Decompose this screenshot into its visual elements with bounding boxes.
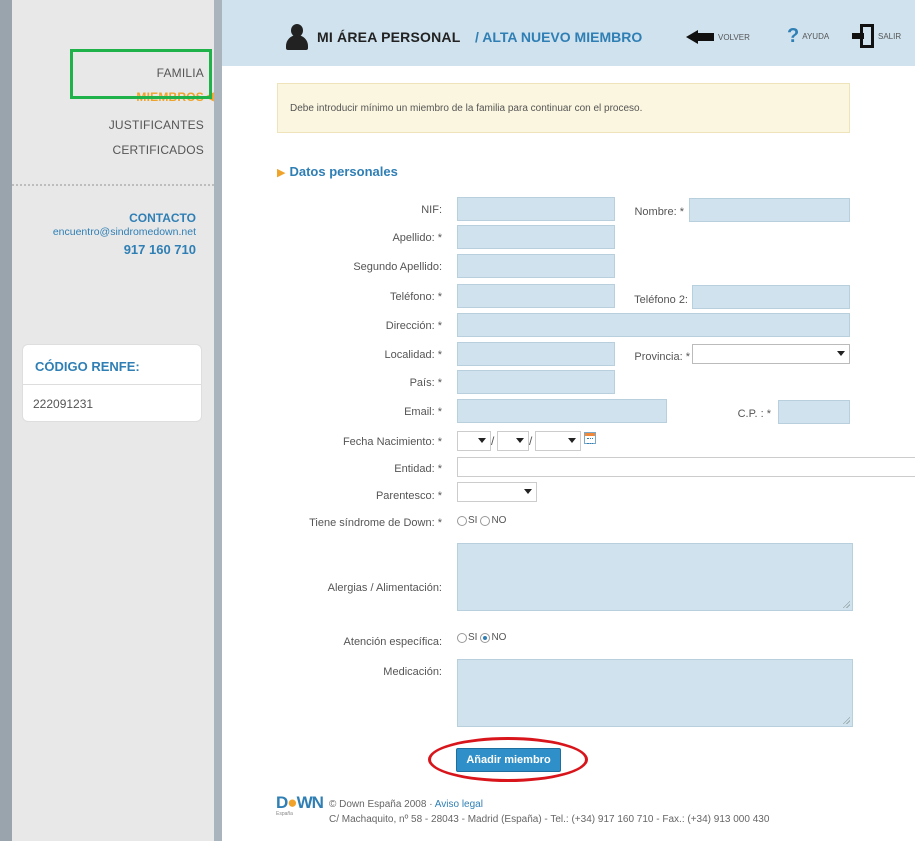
label-cp: C.P. : * [737,408,771,420]
radio-label-no: NO [491,515,507,526]
label-alergias: Alergias / Alimentación: [327,582,442,594]
exit-door-icon [852,24,874,48]
sindrome-si-radio[interactable] [457,515,467,526]
contact-title: CONTACTO [129,211,196,225]
legal-link[interactable]: Aviso legal [435,799,483,810]
radio-label-no: NO [491,632,507,643]
telefono2-input[interactable] [692,285,850,309]
help-icon: ? [787,25,800,47]
label-nombre: Nombre: * [634,206,684,218]
cp-input[interactable] [778,400,850,424]
label-apellido: Apellido: * [392,232,442,244]
highlight-circle [428,737,588,782]
label-pais: País: * [409,377,442,389]
birth-year-select[interactable] [535,431,581,451]
label-direccion: Dirección: * [385,320,442,332]
label-entidad: Entidad: * [394,463,442,475]
medicacion-textarea[interactable] [457,659,853,727]
provincia-select[interactable] [692,344,850,364]
nombre-input[interactable] [689,198,850,222]
chevron-down-icon [478,438,486,443]
footer-copyright: © Down España 2008 · Aviso legal [329,799,483,810]
entidad-input[interactable] [457,457,915,477]
chevron-down-icon [516,438,524,443]
sidebar-left-edge [0,0,12,841]
segundo-apellido-input[interactable] [457,254,615,278]
notice-banner: Debe introducir mínimo un miembro de la … [277,83,850,133]
label-localidad: Localidad: * [384,349,443,361]
back-button[interactable]: VOLVER [686,30,750,44]
telefono-input[interactable] [457,284,615,308]
label-medicacion: Medicación: [383,666,442,678]
exit-button-label: SALIR [878,31,902,41]
localidad-input[interactable] [457,342,615,366]
logo-text: D●WN [276,793,324,812]
label-provincia: Provincia: * [634,351,690,363]
contact-phone: 917 160 710 [123,242,196,257]
radio-label-si: SI [468,632,478,643]
birth-month-select[interactable] [497,431,529,451]
date-separator: / [491,434,495,448]
label-atencion: Atención específica: [343,636,442,648]
atencion-si-radio[interactable] [457,632,467,643]
section-title-text: Datos personales [289,164,398,179]
sidebar-divider [12,184,214,186]
section-arrow-icon: ▶ [277,167,286,179]
sidebar-right-edge [214,0,222,841]
label-email: Email: * [404,406,442,418]
help-button[interactable]: ? AYUDA [787,25,829,48]
page-subtitle: / ALTA NUEVO MIEMBRO [475,29,643,45]
exit-button[interactable]: SALIR [852,24,901,48]
page-title: MI ÁREA PERSONAL [317,29,461,45]
label-telefono: Teléfono: * [390,291,442,303]
renfe-code-title: CÓDIGO RENFE: [35,359,140,374]
sidebar-item-certificados[interactable]: CERTIFICADOS [112,143,204,157]
calendar-icon[interactable] [584,432,596,444]
radio-label-si: SI [468,515,478,526]
alergias-textarea[interactable] [457,543,853,611]
label-segundo-apellido: Segundo Apellido: [353,261,442,273]
label-telefono2: Teléfono 2: [634,294,688,306]
down-espana-logo: D●WN España [276,793,324,821]
direccion-input[interactable] [457,313,850,337]
resize-grip-icon[interactable] [842,716,850,724]
sidebar-item-justificantes[interactable]: JUSTIFICANTES [109,118,204,132]
label-sindrome-down: Tiene síndrome de Down: * [309,517,442,529]
apellido-input[interactable] [457,225,615,249]
date-separator: / [529,434,533,448]
label-fecha-nacimiento: Fecha Nacimiento: * [342,436,442,448]
chevron-down-icon [524,489,532,494]
birth-day-select[interactable] [457,431,491,451]
renfe-code-card: CÓDIGO RENFE: 222091231 [22,344,202,422]
email-input[interactable] [457,399,667,423]
back-arrow-icon [686,30,714,44]
parentesco-select[interactable] [457,482,537,502]
user-icon [286,24,308,50]
contact-email[interactable]: encuentro@sindromedown.net [53,226,196,238]
nif-input[interactable] [457,197,615,221]
sindrome-no-radio[interactable] [480,515,491,526]
renfe-code-value: 222091231 [33,397,94,411]
atencion-no-radio[interactable] [480,632,491,643]
back-button-label: VOLVER [718,32,750,42]
resize-grip-icon[interactable] [842,600,850,608]
sindrome-down-radio-group: SI NO [457,515,509,526]
renfe-code-divider [23,384,201,385]
highlight-box [70,49,212,99]
header: MI ÁREA PERSONAL / ALTA NUEVO MIEMBRO VO… [222,0,915,66]
chevron-down-icon [568,438,576,443]
help-button-label: AYUDA [802,32,830,41]
footer-address: C/ Machaquito, nº 58 - 28043 - Madrid (E… [329,814,770,825]
footer-copyright-text: © Down España 2008 · [329,799,435,810]
section-title: ▶ Datos personales [277,164,398,179]
sidebar: FAMILIA MIEMBROS ◀ JUSTIFICANTES CERTIFIC… [0,0,222,841]
pais-input[interactable] [457,370,615,394]
label-nif: NIF: [421,204,442,216]
atencion-radio-group: SI NO [457,632,509,643]
chevron-down-icon [837,351,845,356]
label-parentesco: Parentesco: * [375,490,442,502]
